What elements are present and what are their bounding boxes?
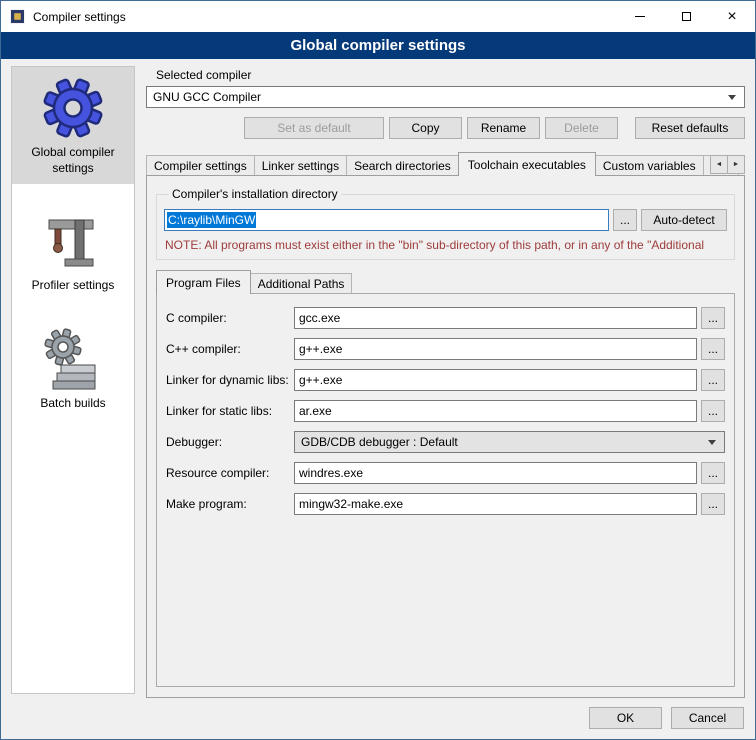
form-row: C++ compiler: ... [166,338,725,360]
minimize-button[interactable] [617,1,663,32]
installation-directory-row: C:\raylib\MinGW ... Auto-detect [164,209,727,231]
caption-buttons: × [617,1,755,32]
installation-directory-label: Compiler's installation directory [169,187,341,201]
chevron-down-icon [708,440,716,445]
debugger-combobox-value: GDB/CDB debugger : Default [301,435,708,449]
subtab-program-files[interactable]: Program Files [156,270,251,294]
reset-defaults-button[interactable]: Reset defaults [635,117,745,139]
close-button[interactable]: × [709,1,755,32]
selected-text: C:\raylib\MinGW [167,212,256,228]
make-program-input[interactable] [294,493,697,515]
gear-icon [41,76,105,140]
auto-detect-button[interactable]: Auto-detect [641,209,727,231]
subtab-additional-paths[interactable]: Additional Paths [250,273,353,293]
arrow-right-icon: ► [733,161,740,168]
resource-compiler-input[interactable] [294,462,697,484]
form-row: C compiler: ... [166,307,725,329]
cpp-compiler-label: C++ compiler: [166,342,294,356]
form-row: Debugger: GDB/CDB debugger : Default [166,431,725,453]
dialog-body: Global compiler settings Profiler settin… [1,59,755,698]
static-linker-browse-button[interactable]: ... [701,400,725,422]
dialog-footer: OK Cancel [1,698,755,739]
sidebar-item-label: Global compiler settings [14,145,132,176]
resource-compiler-label: Resource compiler: [166,466,294,480]
browse-directory-button[interactable]: ... [613,209,637,231]
titlebar: Compiler settings × [1,1,755,32]
profiler-clamp-icon [41,209,105,273]
tab-scroll-right-button[interactable]: ► [727,155,745,174]
selected-compiler-label: Selected compiler [156,68,745,82]
cpp-compiler-input[interactable] [294,338,697,360]
static-linker-input[interactable] [294,400,697,422]
debugger-label: Debugger: [166,435,294,449]
form-row: Resource compiler: ... [166,462,725,484]
debugger-combobox[interactable]: GDB/CDB debugger : Default [294,431,725,453]
tab-linker-settings[interactable]: Linker settings [254,155,347,175]
window-icon [10,9,25,24]
maximize-button[interactable] [663,1,709,32]
delete-button: Delete [545,117,618,139]
tab-scroll-left-button[interactable]: ◄ [710,155,728,174]
tab-compiler-settings[interactable]: Compiler settings [146,155,255,175]
make-program-browse-button[interactable]: ... [701,493,725,515]
arrow-left-icon: ◄ [716,161,723,168]
settings-tabstrip: Compiler settings Linker settings Search… [146,152,745,175]
program-files-panel: C compiler: ... C++ compiler: ... Linker… [156,293,735,687]
close-icon: × [727,9,736,25]
form-row: Linker for static libs: ... [166,400,725,422]
window-title: Compiler settings [33,10,126,24]
chevron-down-icon [728,95,736,100]
sidebar-item-profiler-settings[interactable]: Profiler settings [12,200,134,302]
toolchain-executables-panel: Compiler's installation directory C:\ray… [146,175,745,698]
installation-directory-group: Compiler's installation directory C:\ray… [156,187,735,260]
cpp-compiler-browse-button[interactable]: ... [701,338,725,360]
make-program-label: Make program: [166,497,294,511]
page-title: Global compiler settings [1,32,755,59]
cancel-button[interactable]: Cancel [671,707,744,729]
rename-button[interactable]: Rename [467,117,540,139]
compiler-combobox-value: GNU GCC Compiler [153,90,728,104]
bin-subdirectory-note: NOTE: All programs must exist either in … [165,238,726,252]
compiler-settings-window: Compiler settings × Global compiler sett… [0,0,756,740]
dynamic-linker-browse-button[interactable]: ... [701,369,725,391]
tab-toolchain-executables[interactable]: Toolchain executables [458,152,596,176]
batch-builds-icon [41,327,105,391]
copy-button[interactable]: Copy [389,117,462,139]
resource-compiler-browse-button[interactable]: ... [701,462,725,484]
sidebar-item-label: Batch builds [40,396,105,412]
maximize-icon [682,12,691,21]
compiler-actions: Set as default Copy Rename Delete Reset … [146,117,745,139]
settings-sidebar: Global compiler settings Profiler settin… [11,66,135,694]
program-files-tabstrip: Program Files Additional Paths [156,270,735,293]
form-row: Linker for dynamic libs: ... [166,369,725,391]
form-row: Make program: ... [166,493,725,515]
minimize-icon [635,16,645,17]
static-linker-label: Linker for static libs: [166,404,294,418]
set-as-default-button: Set as default [244,117,384,139]
sidebar-item-label: Profiler settings [32,278,115,294]
sidebar-item-batch-builds[interactable]: Batch builds [12,318,134,420]
c-compiler-label: C compiler: [166,311,294,325]
c-compiler-input[interactable] [294,307,697,329]
tab-scroll-buttons: ◄ ► [711,155,745,174]
c-compiler-browse-button[interactable]: ... [701,307,725,329]
dynamic-linker-label: Linker for dynamic libs: [166,373,294,387]
dynamic-linker-input[interactable] [294,369,697,391]
compiler-combobox[interactable]: GNU GCC Compiler [146,86,745,108]
sidebar-item-global-compiler-settings[interactable]: Global compiler settings [12,67,134,184]
ok-button[interactable]: OK [589,707,662,729]
main-panel: Selected compiler GNU GCC Compiler Set a… [146,66,745,698]
tab-custom-variables[interactable]: Custom variables [595,155,704,175]
tab-search-directories[interactable]: Search directories [346,155,459,175]
installation-directory-input[interactable]: C:\raylib\MinGW [164,209,609,231]
